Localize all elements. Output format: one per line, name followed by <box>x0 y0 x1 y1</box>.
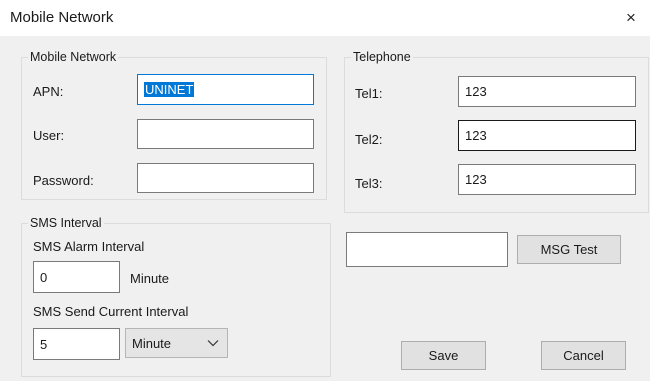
apn-input[interactable]: UNINET <box>137 74 314 105</box>
tel2-label: Tel2: <box>355 132 383 147</box>
tel1-input[interactable] <box>458 76 636 107</box>
tel2-input[interactable] <box>458 120 636 151</box>
sms-alarm-interval-label: SMS Alarm Interval <box>33 239 145 254</box>
sms-send-unit-select[interactable]: Minute <box>125 328 228 358</box>
apn-input-value: UNINET <box>144 82 195 97</box>
cancel-button[interactable]: Cancel <box>541 341 626 370</box>
user-label: User: <box>33 128 65 143</box>
save-button[interactable]: Save <box>401 341 486 370</box>
dialog-client-area: Mobile Network APN: UNINET User: Passwor… <box>0 36 650 381</box>
tel3-label: Tel3: <box>355 176 383 191</box>
apn-label: APN: <box>33 84 64 99</box>
mobile-network-legend: Mobile Network <box>30 50 117 64</box>
user-input[interactable] <box>137 119 314 149</box>
tel3-input[interactable] <box>458 164 636 195</box>
password-label: Password: <box>33 173 94 188</box>
sms-send-interval-input[interactable] <box>33 328 120 360</box>
chevron-down-icon <box>207 340 219 347</box>
title-bar: Mobile Network × <box>0 0 650 36</box>
close-icon: × <box>626 8 636 27</box>
tel1-label: Tel1: <box>355 86 383 101</box>
sms-alarm-unit-label: Minute <box>130 271 170 286</box>
sms-send-unit-selected: Minute <box>132 335 172 351</box>
msg-test-input[interactable] <box>346 232 508 267</box>
window-title: Mobile Network <box>10 9 114 26</box>
close-button[interactable]: × <box>616 4 646 32</box>
telephone-legend: Telephone <box>353 50 411 64</box>
sms-interval-legend: SMS Interval <box>30 216 102 230</box>
msg-test-button[interactable]: MSG Test <box>517 235 621 264</box>
sms-alarm-interval-input[interactable] <box>33 261 120 293</box>
sms-send-current-interval-label: SMS Send Current Interval <box>33 304 189 319</box>
password-input[interactable] <box>137 163 314 193</box>
